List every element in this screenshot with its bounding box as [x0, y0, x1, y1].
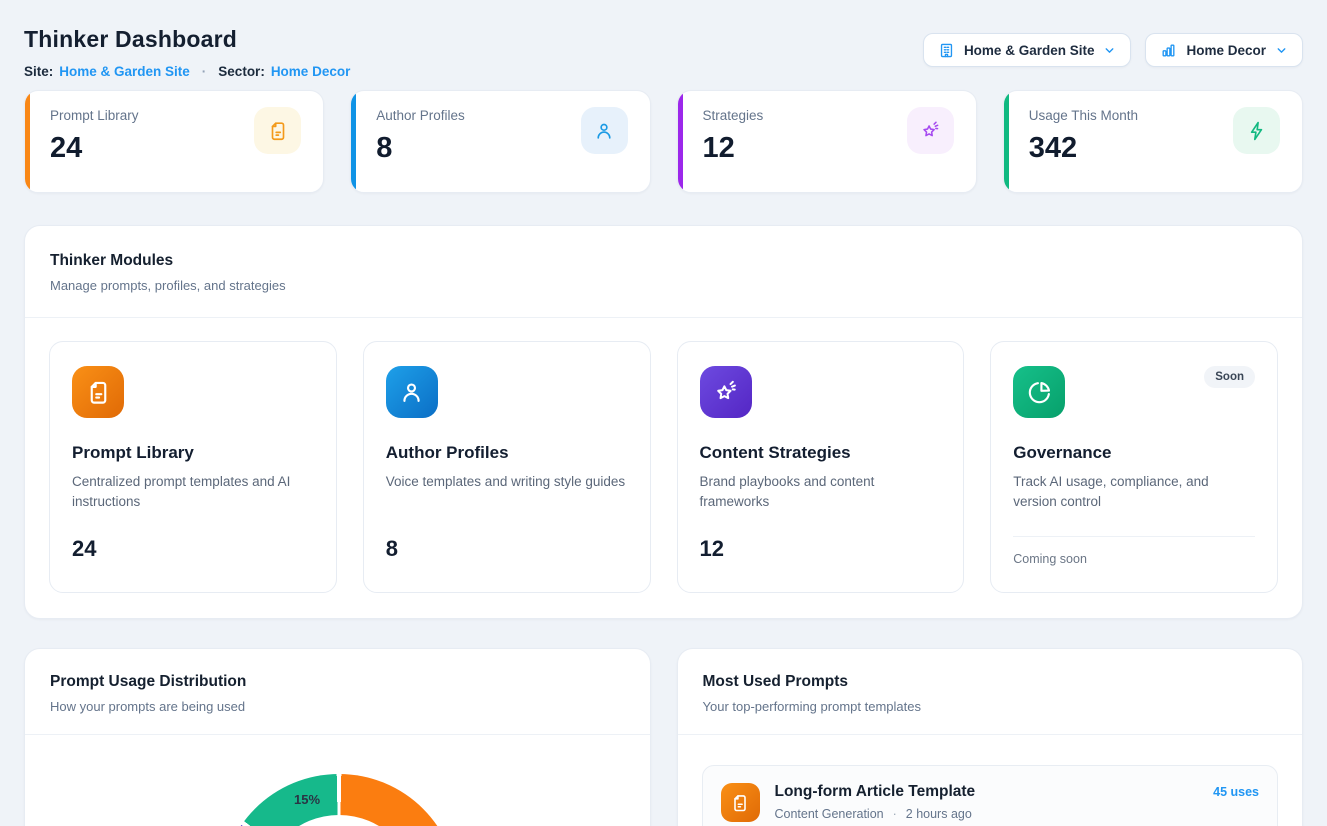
modules-header: Thinker Modules Manage prompts, profiles…: [25, 226, 1302, 317]
site-selector-button[interactable]: Home & Garden Site: [923, 33, 1132, 67]
stat-text: Strategies 12: [703, 108, 764, 192]
module-title: Author Profiles: [386, 443, 628, 463]
stat-text: Prompt Library 24: [50, 108, 139, 192]
module-title: Content Strategies: [700, 443, 942, 463]
stat-text: Author Profiles 8: [376, 108, 465, 192]
soon-badge: Soon: [1204, 366, 1255, 388]
stat-label: Strategies: [703, 108, 764, 123]
module-description: Voice templates and writing style guides: [386, 472, 628, 492]
prompt-uses-badge: 45 uses: [1213, 785, 1259, 799]
module-count: 12: [700, 536, 724, 562]
stat-card-strategies[interactable]: Strategies 12: [677, 90, 977, 193]
usage-title: Prompt Usage Distribution: [50, 673, 625, 691]
module-description: Track AI usage, compliance, and version …: [1013, 472, 1255, 513]
site-selector-label: Home & Garden Site: [964, 43, 1095, 58]
module-count: 8: [386, 536, 398, 562]
usage-subtitle: How your prompts are being used: [50, 699, 625, 714]
usage-header: Prompt Usage Distribution How your promp…: [25, 649, 650, 734]
stat-text: Usage This Month 342: [1029, 108, 1138, 192]
module-count: 24: [72, 536, 96, 562]
site-link[interactable]: Home & Garden Site: [59, 64, 190, 79]
prompt-time: 2 hours ago: [906, 807, 972, 821]
stat-label: Author Profiles: [376, 108, 465, 123]
user-icon: [386, 366, 438, 418]
user-icon: [581, 107, 628, 154]
pie-chart-icon: [1013, 366, 1065, 418]
stat-label: Prompt Library: [50, 108, 139, 123]
stat-value: 24: [50, 132, 139, 165]
coming-soon-text: Coming soon: [1013, 536, 1255, 566]
stat-value: 12: [703, 132, 764, 165]
file-text-icon: [254, 107, 301, 154]
module-card-governance[interactable]: Soon Governance Track AI usage, complian…: [990, 341, 1278, 593]
stats-row: Prompt Library 24 Author Profiles 8 Stra…: [24, 90, 1303, 193]
donut-chart: 15%: [25, 735, 650, 826]
prompt-text: Long-form Article Template Content Gener…: [775, 783, 1199, 821]
header-left: Thinker Dashboard Site: Home & Garden Si…: [24, 26, 350, 79]
meta-separator: ·: [893, 807, 897, 821]
sparkle-star-icon: [907, 107, 954, 154]
chevron-down-icon: [1275, 44, 1288, 57]
stat-card-author-profiles[interactable]: Author Profiles 8: [350, 90, 650, 193]
module-description: Centralized prompt templates and AI inst…: [72, 472, 314, 513]
stat-card-usage[interactable]: Usage This Month 342: [1003, 90, 1303, 193]
stat-value: 8: [376, 132, 465, 165]
file-text-icon: [72, 366, 124, 418]
lightning-icon: [1233, 107, 1280, 154]
prompts-title: Most Used Prompts: [703, 673, 1278, 691]
most-used-prompts-card: Most Used Prompts Your top-performing pr…: [677, 648, 1304, 826]
prompt-list-item[interactable]: Long-form Article Template Content Gener…: [702, 765, 1279, 826]
accent-bar: [678, 91, 683, 192]
module-card-author-profiles[interactable]: Author Profiles Voice templates and writ…: [363, 341, 651, 593]
sector-label: Sector:: [218, 64, 265, 79]
module-title: Governance: [1013, 443, 1255, 463]
stat-value: 342: [1029, 132, 1138, 165]
module-description: Brand playbooks and content frameworks: [700, 472, 942, 513]
usage-distribution-card: Prompt Usage Distribution How your promp…: [24, 648, 651, 826]
meta-separator: ·: [196, 64, 213, 79]
thinker-dashboard: Thinker Dashboard Site: Home & Garden Si…: [0, 0, 1327, 826]
header-selectors: Home & Garden Site Home Decor: [923, 33, 1303, 67]
chevron-down-icon: [1103, 44, 1116, 57]
module-card-content-strategies[interactable]: Content Strategies Brand playbooks and c…: [677, 341, 965, 593]
modules-title: Thinker Modules: [50, 252, 1277, 270]
sparkle-star-icon: [700, 366, 752, 418]
slice-label-green: 15%: [267, 792, 347, 807]
prompts-subtitle: Your top-performing prompt templates: [703, 699, 1278, 714]
module-card-prompt-library[interactable]: Prompt Library Centralized prompt templa…: [49, 341, 337, 593]
file-text-icon: [721, 783, 760, 822]
site-sector-meta: Site: Home & Garden Site · Sector: Home …: [24, 64, 350, 79]
sector-link[interactable]: Home Decor: [271, 64, 351, 79]
modules-grid: Prompt Library Centralized prompt templa…: [25, 318, 1302, 618]
top-bar: Thinker Dashboard Site: Home & Garden Si…: [24, 26, 1303, 79]
prompt-title: Long-form Article Template: [775, 783, 1199, 801]
module-title: Prompt Library: [72, 443, 314, 463]
stat-card-prompt-library[interactable]: Prompt Library 24: [24, 90, 324, 193]
modules-subtitle: Manage prompts, profiles, and strategies: [50, 278, 1277, 293]
sector-selector-label: Home Decor: [1186, 43, 1266, 58]
accent-bar: [351, 91, 356, 192]
accent-bar: [25, 91, 30, 192]
thinker-modules-panel: Thinker Modules Manage prompts, profiles…: [24, 225, 1303, 619]
prompts-header: Most Used Prompts Your top-performing pr…: [678, 649, 1303, 734]
divider: [678, 734, 1303, 735]
accent-bar: [1004, 91, 1009, 192]
bottom-row: Prompt Usage Distribution How your promp…: [24, 648, 1303, 826]
prompt-meta: Content Generation · 2 hours ago: [775, 807, 1199, 821]
sector-selector-button[interactable]: Home Decor: [1145, 33, 1303, 67]
bar-chart-icon: [1160, 42, 1177, 59]
page-title: Thinker Dashboard: [24, 26, 350, 53]
stat-label: Usage This Month: [1029, 108, 1138, 123]
building-icon: [938, 42, 955, 59]
prompt-category: Content Generation: [775, 807, 884, 821]
site-label: Site:: [24, 64, 53, 79]
